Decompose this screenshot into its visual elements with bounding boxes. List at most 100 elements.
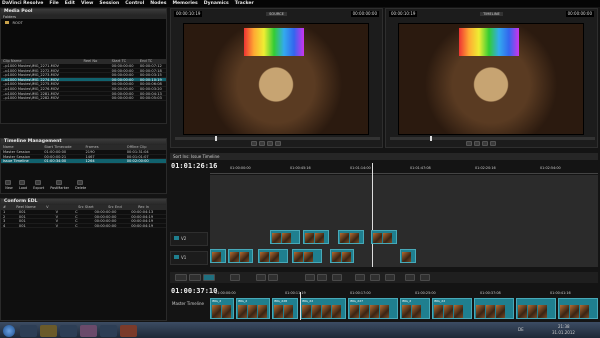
delete-button[interactable]: Delete bbox=[75, 186, 86, 190]
clip-thumbnail bbox=[272, 233, 281, 243]
forward-icon[interactable] bbox=[275, 141, 281, 146]
source-viewer: 00:00:10:19 SOURCE 00:00:00:00 bbox=[170, 8, 383, 148]
media-taskbar-icon[interactable] bbox=[60, 325, 77, 337]
postmarker-button[interactable]: PostMarker bbox=[50, 186, 69, 190]
timeline-clip[interactable] bbox=[330, 249, 354, 263]
overwrite-button[interactable] bbox=[317, 274, 327, 281]
timeline-actions: New Load Export PostMarker Delete bbox=[5, 180, 86, 190]
mini-timeline-clip[interactable] bbox=[516, 298, 556, 319]
mini-timeline-clip[interactable] bbox=[558, 298, 598, 319]
timeline-clip[interactable] bbox=[270, 230, 300, 244]
mini-timeline-clip[interactable]: IMG_22 bbox=[432, 298, 472, 319]
menu-edit[interactable]: Edit bbox=[65, 1, 75, 6]
source-image-bars bbox=[244, 28, 304, 56]
play-icon[interactable] bbox=[474, 141, 480, 146]
source-playhead[interactable] bbox=[215, 136, 217, 141]
clip-cell: 00:00:00:00 bbox=[111, 86, 134, 91]
replace-button[interactable] bbox=[332, 274, 342, 281]
timeline-clip[interactable] bbox=[258, 249, 288, 263]
mini-clip-label: IMG_22 bbox=[434, 299, 446, 303]
mini-timeline-clip[interactable]: IMG_2 bbox=[236, 298, 270, 319]
timeline-cell: Issue Timeline bbox=[3, 159, 29, 163]
load-button[interactable]: Load bbox=[19, 186, 27, 190]
clip-row[interactable]: ..p1000 Movies\IMG_2282.MOV 00:00:00:00 00… bbox=[1, 96, 166, 101]
mini-timeline-clip[interactable]: IMG_228 bbox=[272, 298, 298, 319]
timeline-clip[interactable] bbox=[210, 249, 226, 263]
edit-toolbar bbox=[170, 272, 598, 283]
start-button[interactable] bbox=[3, 325, 15, 337]
clip-cell: 00:00:00:00 bbox=[111, 91, 134, 96]
play-icon[interactable] bbox=[259, 141, 265, 146]
chrome-taskbar-icon[interactable] bbox=[100, 325, 117, 337]
ruler-tick: 01:01:47:08 bbox=[410, 166, 431, 170]
zoom-in[interactable] bbox=[268, 274, 278, 281]
timeline-clip[interactable] bbox=[371, 230, 397, 244]
timeline-row[interactable]: Issue Timeline 01:00:34:00 1264 00:02:00:00 bbox=[1, 159, 166, 164]
forward-icon[interactable] bbox=[490, 141, 496, 146]
rewind-icon[interactable] bbox=[251, 141, 257, 146]
snap-toggle[interactable] bbox=[230, 274, 240, 281]
stop-icon[interactable] bbox=[482, 141, 488, 146]
record-scrubber[interactable] bbox=[390, 136, 595, 141]
clip-thumbnail bbox=[302, 305, 311, 318]
app-taskbar-icon[interactable] bbox=[120, 325, 137, 337]
conform-edl-panel: Conform EDL # Reel Name V Src Start Src End R… bbox=[0, 198, 167, 321]
stop-icon[interactable] bbox=[267, 141, 273, 146]
timeline-clip[interactable] bbox=[303, 230, 329, 244]
blade-tool[interactable] bbox=[189, 274, 201, 281]
audio-toggle[interactable] bbox=[370, 274, 380, 281]
menu-view[interactable]: View bbox=[81, 1, 93, 6]
menu-memories[interactable]: Memories bbox=[172, 1, 197, 6]
timeline-cell: 2190 bbox=[85, 150, 95, 154]
monitor-toggle[interactable] bbox=[355, 274, 365, 281]
resolve-taskbar-icon[interactable] bbox=[80, 325, 97, 337]
select-tool[interactable] bbox=[175, 274, 187, 281]
timeline-clip[interactable] bbox=[228, 249, 253, 263]
timeline-clip[interactable] bbox=[292, 249, 322, 263]
clock-date[interactable]: 31.01.2012 bbox=[552, 330, 575, 335]
menu-nodes[interactable]: Nodes bbox=[150, 1, 166, 6]
timeline-clip[interactable] bbox=[400, 249, 416, 263]
mini-timeline-clip[interactable]: IMG_22 bbox=[300, 298, 346, 319]
track-header-v1[interactable]: V1 bbox=[170, 251, 208, 265]
clip-thumbnail bbox=[332, 305, 341, 318]
insert-button[interactable] bbox=[305, 274, 315, 281]
mini-timeline-clip[interactable] bbox=[474, 298, 514, 319]
source-scrubber[interactable] bbox=[175, 136, 380, 141]
timeline-clip[interactable] bbox=[338, 230, 364, 244]
mini-playhead[interactable] bbox=[300, 292, 301, 320]
clip-thumbnail bbox=[340, 233, 349, 243]
folder-icon bbox=[5, 21, 9, 24]
edl-row[interactable]: 4 001 V C 00:00:00:00 00:00:04:19 bbox=[1, 224, 166, 229]
explorer-taskbar-icon[interactable] bbox=[40, 325, 57, 337]
export-button[interactable]: Export bbox=[33, 186, 44, 190]
link-toggle[interactable] bbox=[405, 274, 415, 281]
trim-tool[interactable] bbox=[203, 274, 215, 281]
edl-cell: 001 bbox=[18, 223, 26, 228]
rewind-icon[interactable] bbox=[466, 141, 472, 146]
track-header-v2[interactable]: V2 bbox=[170, 232, 208, 246]
ie-taskbar-icon[interactable] bbox=[20, 325, 37, 337]
menu-control[interactable]: Control bbox=[125, 1, 144, 6]
menu-app[interactable]: DaVinci Resolve bbox=[2, 1, 43, 6]
menu-dynamics[interactable]: Dynamics bbox=[204, 1, 229, 6]
mini-timeline-clip[interactable]: IMG_227 bbox=[348, 298, 398, 319]
root-folder[interactable]: ROOT bbox=[12, 21, 22, 25]
flag-button[interactable] bbox=[420, 274, 430, 281]
edl-cell: 001 bbox=[18, 219, 26, 223]
edl-cell: 4 bbox=[3, 223, 6, 228]
menu-file[interactable]: File bbox=[49, 1, 58, 6]
clock-time[interactable]: 21:38 bbox=[558, 324, 570, 329]
timeline-playhead[interactable] bbox=[372, 163, 373, 267]
clip-thumbnail bbox=[444, 305, 453, 318]
new-button[interactable]: New bbox=[5, 186, 13, 190]
mini-timeline-clip[interactable]: IMG_2 bbox=[400, 298, 430, 319]
clip-thumbnail bbox=[580, 305, 589, 318]
menu-session[interactable]: Session bbox=[99, 1, 119, 6]
mini-timeline-clip[interactable]: IMG_2 bbox=[210, 298, 234, 319]
record-playhead[interactable] bbox=[430, 136, 432, 141]
zoom-out[interactable] bbox=[256, 274, 266, 281]
language-indicator[interactable]: DE bbox=[518, 327, 524, 332]
marker-button[interactable] bbox=[385, 274, 395, 281]
menu-tracker[interactable]: Tracker bbox=[235, 1, 254, 6]
